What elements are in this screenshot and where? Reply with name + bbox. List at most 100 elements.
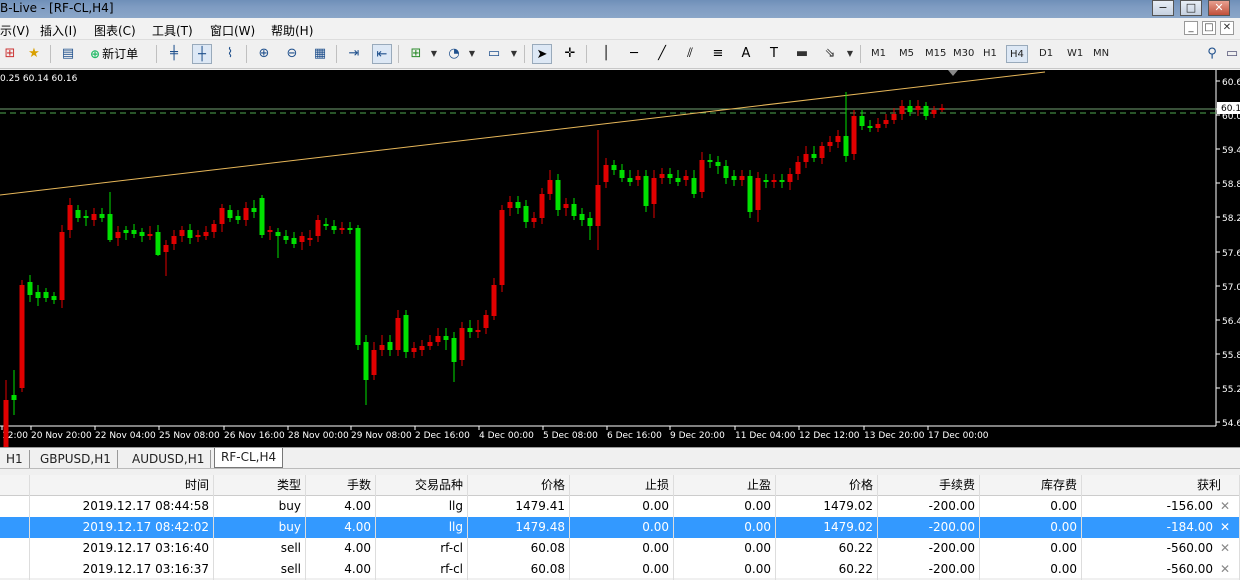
tf-m5[interactable]: M5: [896, 45, 917, 63]
cell-stop-loss: 0.00: [570, 517, 674, 538]
header-price-current[interactable]: 价格: [776, 475, 878, 496]
header-profit[interactable]: 获利: [1082, 475, 1240, 496]
candle-body: [147, 234, 153, 236]
header-commission[interactable]: 手续费: [878, 475, 980, 496]
close-position-icon[interactable]: ✕: [1220, 496, 1230, 517]
price-label: 60.6: [1222, 78, 1240, 88]
tile-windows-icon[interactable]: ▦: [310, 44, 330, 64]
text-tool-icon[interactable]: A: [736, 44, 756, 64]
menu-help[interactable]: 帮助(H): [271, 22, 313, 39]
indicators-icon[interactable]: ⊞: [406, 44, 426, 64]
zoom-out-icon[interactable]: ⊖: [282, 44, 302, 64]
arrows-dropdown-icon[interactable]: ▼: [840, 44, 860, 64]
candle-body: [835, 136, 841, 142]
bar-chart-icon[interactable]: ╪: [164, 44, 184, 64]
tab-rf-cl-h4[interactable]: RF-CL,H4: [214, 448, 284, 468]
table-row[interactable]: 2019.12.17 03:16:37 sell 4.00 rf-cl 60.08 0.0…: [0, 559, 1240, 580]
tf-h1[interactable]: H1: [980, 45, 1000, 63]
search-icon[interactable]: ⚲: [1202, 44, 1222, 64]
candle-body: [523, 206, 529, 222]
tab-h1[interactable]: H1: [0, 450, 30, 468]
tf-m15[interactable]: M15: [922, 45, 949, 63]
tf-m1[interactable]: M1: [868, 45, 889, 63]
cell-lots: 4.00: [306, 496, 376, 517]
header-ticket[interactable]: [0, 475, 30, 496]
header-stop-loss[interactable]: 止损: [570, 475, 674, 496]
tab-gbpusd-h1[interactable]: GBPUSD,H1: [34, 450, 118, 468]
close-position-icon[interactable]: ✕: [1220, 517, 1230, 538]
menu-insert[interactable]: 插入(I): [40, 22, 77, 39]
header-type[interactable]: 类型: [214, 475, 306, 496]
market-watch-icon[interactable]: ▤: [58, 44, 78, 64]
maximize-button[interactable]: □: [1180, 0, 1202, 16]
minimize-button[interactable]: −: [1152, 0, 1174, 16]
profiles-icon[interactable]: ★: [24, 44, 44, 64]
candle-body: [339, 228, 345, 230]
candle-body: [827, 142, 833, 146]
child-close-button[interactable]: ✕: [1220, 21, 1234, 35]
header-lots[interactable]: 手数: [306, 475, 376, 496]
header-price-open[interactable]: 价格: [468, 475, 570, 496]
menu-tools[interactable]: 工具(T): [152, 22, 193, 39]
indicators-dropdown-icon[interactable]: ▼: [424, 44, 444, 64]
candle-body: [475, 330, 481, 332]
candlestick-icon[interactable]: ┼: [192, 44, 212, 64]
header-time[interactable]: 时间: [30, 475, 214, 496]
candle-body: [619, 170, 625, 178]
header-swap[interactable]: 库存费: [980, 475, 1082, 496]
candle-body: [819, 146, 825, 158]
periods-dropdown-icon[interactable]: ▼: [462, 44, 482, 64]
horizontal-line-icon[interactable]: ─: [624, 44, 644, 64]
tf-m30[interactable]: M30: [950, 45, 977, 63]
chat-icon[interactable]: ▭: [1222, 44, 1240, 64]
table-row[interactable]: 2019.12.17 03:16:40 sell 4.00 rf-cl 60.08 0.0…: [0, 538, 1240, 559]
templates-dropdown-icon[interactable]: ▼: [504, 44, 524, 64]
cell-take-profit: 0.00: [674, 538, 776, 559]
tab-audusd-h1[interactable]: AUDUSD,H1: [126, 450, 212, 468]
candle-body: [915, 106, 921, 110]
chart-canvas[interactable]: 60.660.160.059.458.858.257.657.056.455.8…: [0, 70, 1240, 447]
periods-clock-icon[interactable]: ◔: [444, 44, 464, 64]
candle-body: [715, 162, 721, 166]
price-label: 54.6: [1222, 419, 1240, 429]
fibonacci-icon[interactable]: ≡: [708, 44, 728, 64]
menu-window[interactable]: 窗口(W): [210, 22, 255, 39]
header-symbol[interactable]: 交易品种: [376, 475, 468, 496]
tf-h4[interactable]: H4: [1006, 45, 1028, 63]
table-row[interactable]: 2019.12.17 08:44:58 buy 4.00 llg 1479.41 0.00…: [0, 496, 1240, 517]
candle-body: [691, 178, 697, 194]
equidistant-channel-icon[interactable]: ⫽: [680, 44, 700, 64]
menu-view[interactable]: 示(V): [0, 22, 30, 39]
cell-take-profit: 0.00: [674, 559, 776, 580]
close-button[interactable]: ✕: [1208, 0, 1230, 16]
close-position-icon[interactable]: ✕: [1220, 559, 1230, 580]
cell-price-current: 1479.02: [776, 496, 878, 517]
candle-body: [539, 194, 545, 218]
templates-icon[interactable]: ▭: [484, 44, 504, 64]
chart-shift-icon[interactable]: ⇤: [372, 44, 392, 64]
text-label-tool-icon[interactable]: T: [764, 44, 784, 64]
price-chart[interactable]: 60.660.160.059.458.858.257.657.056.455.8…: [0, 70, 1240, 447]
new-order-button[interactable]: ⊕ 新订单: [90, 44, 138, 64]
label-shape-icon[interactable]: ▬: [792, 44, 812, 64]
table-row[interactable]: 2019.12.17 08:42:02 buy 4.00 llg 1479.48 0.00…: [0, 517, 1240, 538]
arrows-icon[interactable]: ⇘: [820, 44, 840, 64]
line-chart-icon[interactable]: ⌇: [220, 44, 240, 64]
child-restore-button[interactable]: □: [1202, 21, 1216, 35]
tf-mn[interactable]: MN: [1090, 45, 1112, 63]
auto-scroll-icon[interactable]: ⇥: [344, 44, 364, 64]
header-take-profit[interactable]: 止盈: [674, 475, 776, 496]
new-order-icon: ⊕: [90, 47, 101, 61]
trendline-icon[interactable]: ╱: [652, 44, 672, 64]
zoom-in-icon[interactable]: ⊕: [254, 44, 274, 64]
child-minimize-button[interactable]: _: [1184, 21, 1198, 35]
vertical-line-icon[interactable]: │: [596, 44, 616, 64]
crosshair-icon[interactable]: ✛: [560, 44, 580, 64]
tf-d1[interactable]: D1: [1036, 45, 1056, 63]
cursor-icon[interactable]: ➤: [532, 44, 552, 64]
new-chart-icon[interactable]: ⊞: [0, 44, 20, 64]
menu-charts[interactable]: 图表(C): [94, 22, 136, 39]
close-position-icon[interactable]: ✕: [1220, 538, 1230, 559]
tf-w1[interactable]: W1: [1064, 45, 1086, 63]
candle-body: [115, 232, 121, 238]
